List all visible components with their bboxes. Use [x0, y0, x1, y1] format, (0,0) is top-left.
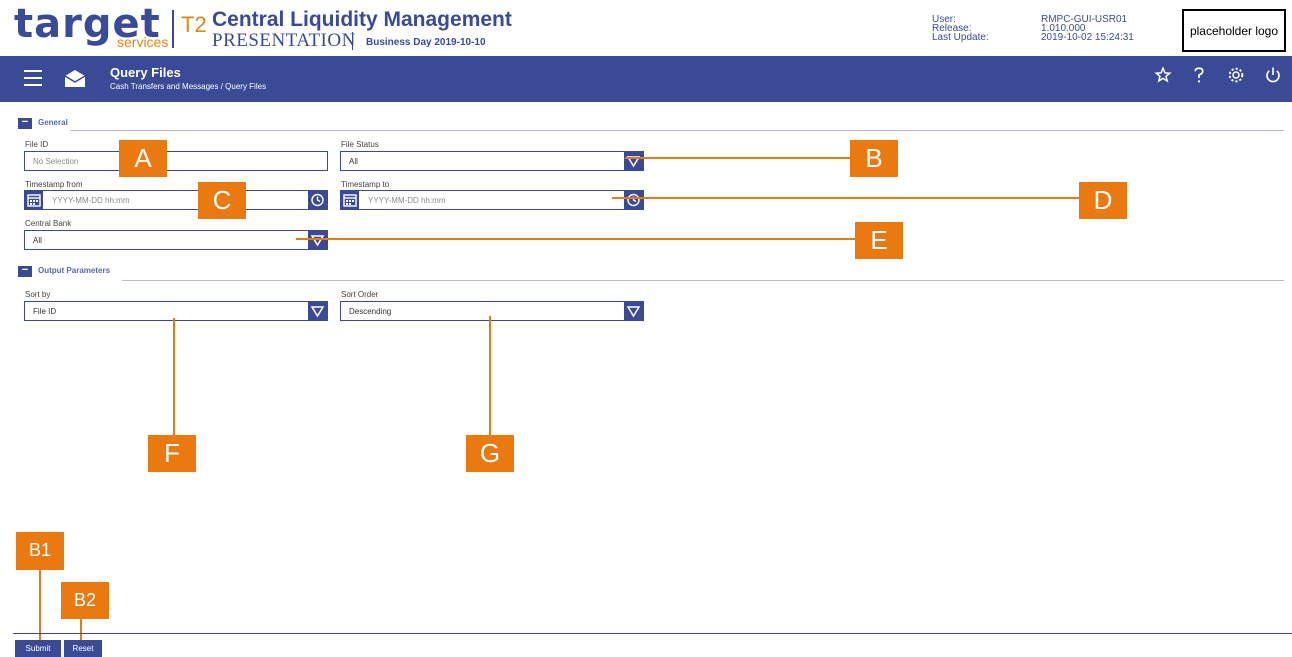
footer-divider	[13, 633, 1292, 634]
help-icon[interactable]	[1187, 66, 1211, 90]
timestamp-to-placeholder: YYYY-MM-DD hh:mm	[368, 196, 446, 205]
callout-b1: B1	[16, 532, 64, 570]
file-id-label: File ID	[25, 140, 49, 149]
submit-button[interactable]: Submit	[15, 640, 61, 657]
callout-line-e	[296, 238, 855, 240]
output-collapse-button[interactable]: −	[18, 265, 32, 277]
chevron-down-icon[interactable]	[624, 152, 643, 170]
callout-d: D	[1079, 182, 1127, 219]
app-title: Central Liquidity Management	[212, 8, 512, 31]
callout-b: B	[850, 140, 898, 177]
sort-order-label: Sort Order	[341, 290, 379, 299]
clock-icon[interactable]	[624, 191, 643, 209]
timestamp-from-placeholder: YYYY-MM-DD hh:mm	[52, 196, 130, 205]
output-section-divider	[122, 280, 1284, 281]
callout-line-d	[612, 197, 1080, 199]
general-section-title: General	[38, 118, 68, 127]
callout-e: E	[855, 222, 903, 259]
breadcrumb[interactable]: Cash Transfers and Messages / Query File…	[110, 82, 266, 91]
file-status-value: All	[349, 157, 358, 166]
file-status-label: File Status	[341, 140, 379, 149]
chevron-down-icon[interactable]	[624, 302, 643, 320]
callout-line-f	[173, 318, 175, 435]
central-bank-label: Central Bank	[25, 219, 72, 228]
last-update-label: Last Update:	[932, 32, 989, 43]
last-update-value: 2019-10-02 15:24:31	[1041, 32, 1134, 43]
callout-c: C	[198, 182, 246, 219]
app-header: target services T2 Central Liquidity Man…	[0, 0, 1292, 55]
header-divider	[172, 10, 174, 48]
page-title: Query Files	[110, 65, 181, 80]
placeholder-logo: placeholder logo	[1182, 9, 1286, 52]
power-icon[interactable]	[1261, 66, 1285, 90]
callout-f: F	[148, 435, 196, 472]
sort-order-select[interactable]: Descending	[340, 301, 644, 321]
output-section-title: Output Parameters	[38, 266, 111, 275]
menu-icon[interactable]	[24, 70, 42, 86]
timestamp-from-input[interactable]: YYYY-MM-DD hh:mm	[24, 190, 328, 210]
general-collapse-button[interactable]: −	[18, 117, 32, 129]
chevron-down-icon[interactable]	[308, 302, 327, 320]
calendar-icon[interactable]	[25, 191, 43, 209]
calendar-icon[interactable]	[341, 191, 359, 209]
timestamp-to-label: Timestamp to	[341, 180, 390, 189]
sort-by-select[interactable]: File ID	[24, 301, 328, 321]
central-bank-value: All	[33, 236, 42, 245]
reset-button[interactable]: Reset	[64, 640, 102, 657]
target-logo-sub: services	[117, 34, 169, 50]
nav-bar: Query Files Cash Transfers and Messages …	[0, 56, 1292, 102]
sort-by-label: Sort by	[25, 290, 51, 299]
sort-by-value: File ID	[33, 307, 57, 316]
timestamp-to-input[interactable]: YYYY-MM-DD hh:mm	[340, 190, 644, 210]
star-icon[interactable]	[1151, 66, 1175, 90]
t2-label: T2	[181, 12, 207, 37]
callout-line-b1	[39, 570, 41, 640]
central-bank-select[interactable]: All	[24, 230, 328, 250]
callout-line-b	[625, 157, 853, 159]
callout-b2: B2	[61, 582, 109, 619]
file-id-input[interactable]: No Selection	[24, 151, 328, 171]
file-id-placeholder: No Selection	[33, 157, 79, 166]
callout-line-b2	[80, 618, 82, 640]
business-day: Business Day 2019-10-10	[366, 37, 486, 48]
meta-labels: User: Release: Last Update:	[932, 15, 989, 43]
callout-g: G	[466, 435, 514, 472]
settings-icon[interactable]	[1224, 66, 1248, 90]
environment-separator	[352, 32, 353, 50]
timestamp-from-label: Timestamp from	[25, 180, 83, 189]
chevron-down-icon[interactable]	[308, 231, 327, 249]
meta-values: RMPC-GUI-USR01 1.010.000 2019-10-02 15:2…	[1041, 15, 1134, 43]
sort-order-value: Descending	[349, 307, 392, 316]
mail-icon[interactable]	[64, 68, 86, 93]
file-status-select[interactable]: All	[340, 151, 644, 171]
callout-line-g	[489, 316, 491, 435]
callout-a: A	[119, 140, 167, 177]
clock-icon[interactable]	[308, 191, 327, 209]
environment-label: PRESENTATION	[212, 30, 356, 51]
general-section-divider	[70, 130, 1284, 131]
